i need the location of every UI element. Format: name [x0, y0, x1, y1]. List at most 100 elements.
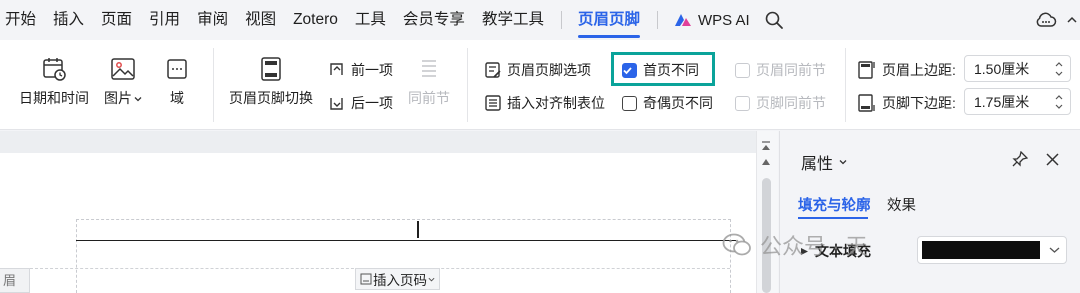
header-rule: [76, 240, 736, 241]
scroll-up-icon[interactable]: [761, 158, 771, 166]
picture-icon: [111, 58, 135, 80]
properties-title: 属性: [801, 156, 834, 173]
switch-header-footer-label: 页眉页脚切换: [229, 90, 313, 106]
picture-label: 图片: [104, 90, 132, 106]
chevron-up-icon[interactable]: [1066, 14, 1078, 26]
date-time-button[interactable]: 日期和时间: [18, 56, 90, 108]
watermark-text: 公众号 · 天: [760, 234, 868, 259]
tab-effects[interactable]: 效果: [887, 194, 916, 215]
header-top-margin-label-group: 页眉上边距:: [857, 60, 956, 80]
header-tag: 眉: [0, 268, 30, 293]
next-item-label: 后一项: [351, 95, 393, 111]
menu-zotero[interactable]: Zotero: [293, 0, 338, 40]
menu-bar: 开始 插入 页面 引用 审阅 视图 Zotero 工具 会员专享 教学工具 页眉…: [0, 0, 1080, 40]
spinner-arrows-icon[interactable]: [1054, 92, 1064, 112]
menu-view[interactable]: 视图: [245, 0, 276, 40]
checkbox-empty-icon: [735, 62, 750, 78]
header-footer-options-button[interactable]: 页眉页脚选项: [484, 60, 591, 80]
footer-bottom-margin-input[interactable]: 1.75厘米: [964, 88, 1071, 115]
odd-even-different-label: 奇偶页不同: [643, 95, 713, 111]
insert-page-number-label: 插入页码: [373, 273, 427, 288]
field-icon: [167, 59, 187, 79]
text-caret: [417, 221, 419, 238]
fill-color-swatch: [922, 241, 1040, 259]
insert-align-tab-label: 插入对齐制表位: [507, 95, 605, 111]
wps-ai-logo-icon: [674, 14, 691, 26]
menu-teaching-tools[interactable]: 教学工具: [482, 0, 544, 40]
ribbon-divider: [213, 48, 214, 122]
footer-bottom-margin-label: 页脚下边距:: [882, 95, 956, 111]
wechat-icon: [722, 233, 751, 256]
ribbon-divider: [845, 48, 846, 122]
first-page-different-checkbox[interactable]: 首页不同: [622, 60, 699, 80]
next-item-button[interactable]: 后一项: [328, 93, 393, 113]
header-top-margin-label: 页眉上边距:: [882, 62, 956, 78]
header-same-as-prev-checkbox[interactable]: 页眉同前节: [735, 60, 826, 80]
menu-header-footer[interactable]: 页眉页脚: [577, 0, 640, 40]
header-footer-switch-icon: [261, 57, 281, 81]
picture-button[interactable]: 图片: [100, 56, 146, 108]
menu-member[interactable]: 会员专享: [403, 0, 465, 40]
next-item-icon: [330, 98, 343, 110]
field-label: 域: [170, 90, 184, 106]
menu-divider: [560, 11, 562, 29]
calendar-clock-icon: [43, 58, 66, 81]
menu-tools[interactable]: 工具: [355, 0, 386, 40]
odd-even-different-checkbox[interactable]: 奇偶页不同: [622, 93, 713, 113]
ribbon-divider: [467, 48, 468, 122]
wps-ai-label: WPS AI: [697, 11, 750, 29]
same-as-prev-button[interactable]: 同前节: [404, 56, 454, 108]
menu-divider: [656, 11, 658, 29]
footer-same-as-prev-label: 页脚同前节: [756, 95, 826, 111]
footer-bottom-margin-value: 1.75厘米: [974, 93, 1030, 110]
text-fill-select[interactable]: [917, 236, 1067, 264]
menu-page[interactable]: 页面: [101, 0, 132, 40]
footer-margin-icon: [858, 94, 875, 112]
menu-insert[interactable]: 插入: [53, 0, 84, 40]
align-tab-icon: [485, 95, 501, 111]
tab-fill-outline[interactable]: 填充与轮廓: [798, 194, 871, 215]
menu-review[interactable]: 审阅: [197, 0, 228, 40]
options-icon: [485, 62, 501, 78]
chevron-down-icon: [1049, 247, 1060, 253]
active-tab-indicator: [798, 217, 868, 219]
properties-title-dropdown[interactable]: 属性: [801, 150, 847, 174]
date-time-label: 日期和时间: [19, 90, 89, 106]
checkbox-empty-icon: [622, 95, 637, 111]
pin-icon[interactable]: [1012, 151, 1028, 167]
scroll-to-top-icon[interactable]: [760, 140, 772, 152]
insert-page-number-button[interactable]: 插入页码: [355, 268, 440, 290]
footer-bottom-margin-label-group: 页脚下边距:: [857, 93, 956, 113]
chevron-down-icon: [134, 97, 142, 102]
close-icon[interactable]: [1046, 153, 1059, 166]
chevron-down-icon: [428, 277, 435, 282]
header-top-margin-value: 1.50厘米: [974, 60, 1030, 77]
chevron-down-icon: [839, 160, 847, 165]
header-margin-icon: [858, 61, 875, 79]
header-top-margin-input[interactable]: 1.50厘米: [964, 55, 1071, 82]
list-lines-icon: [422, 60, 436, 77]
ribbon: 日期和时间 图片 域 页眉页脚切换 前一项 后一项 同前节 页眉页脚选项 插入对…: [0, 40, 1080, 130]
properties-panel: 属性 填充与轮廓 效果 文本填充: [779, 131, 1080, 293]
footer-same-as-prev-checkbox[interactable]: 页脚同前节: [735, 93, 826, 113]
spinner-arrows-icon[interactable]: [1054, 59, 1064, 79]
search-icon[interactable]: [764, 10, 784, 30]
menu-references[interactable]: 引用: [149, 0, 180, 40]
cloud-icon[interactable]: [1035, 10, 1057, 30]
prev-item-icon: [330, 63, 343, 75]
same-as-prev-label: 同前节: [408, 90, 450, 106]
wps-ai-button[interactable]: WPS AI: [674, 12, 750, 29]
checkbox-checked-icon: [622, 62, 637, 78]
insert-align-tab-button[interactable]: 插入对齐制表位: [484, 93, 605, 113]
switch-header-footer-button[interactable]: 页眉页脚切换: [226, 56, 316, 108]
field-button[interactable]: 域: [160, 56, 194, 108]
menu-home[interactable]: 开始: [5, 0, 36, 40]
prev-item-button[interactable]: 前一项: [328, 60, 393, 80]
prev-item-label: 前一项: [351, 62, 393, 78]
checkbox-empty-icon: [735, 95, 750, 111]
page-number-icon: [360, 273, 372, 285]
watermark: 公众号 · 天: [722, 229, 868, 261]
first-page-different-label: 首页不同: [643, 62, 699, 78]
header-footer-options-label: 页眉页脚选项: [507, 62, 591, 78]
header-same-as-prev-label: 页眉同前节: [756, 62, 826, 78]
